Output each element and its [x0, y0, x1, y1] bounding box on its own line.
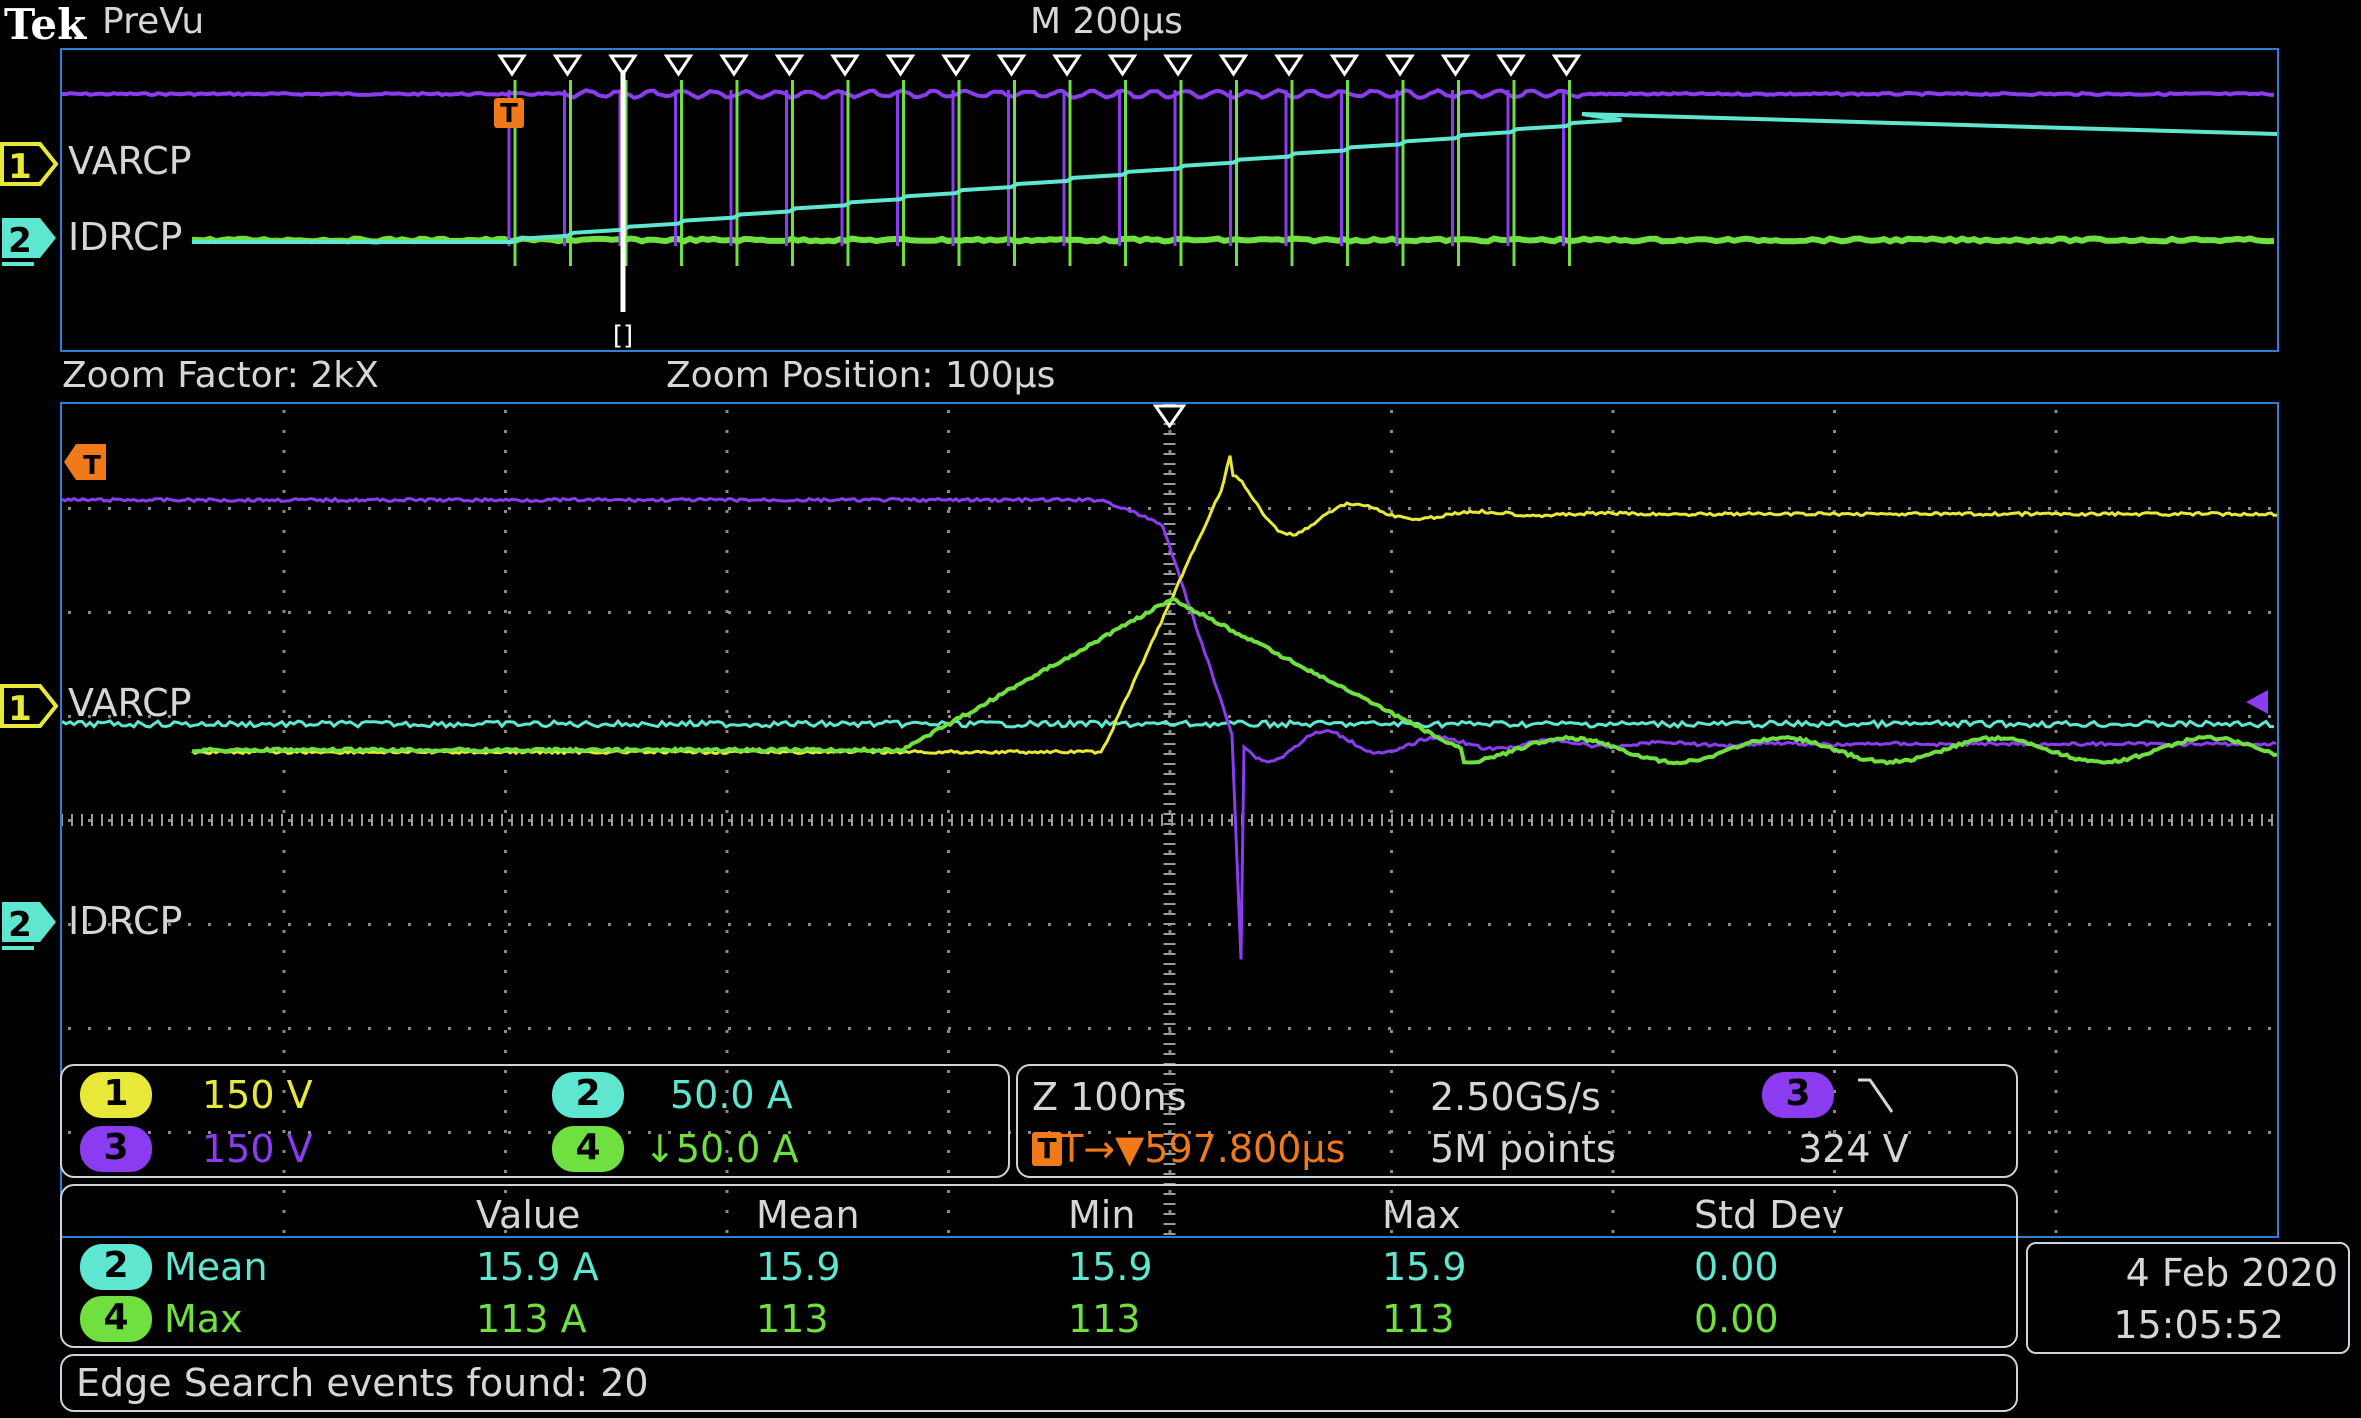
meas-row1-name: Mean: [164, 1245, 268, 1289]
search-event-marker-icon: [996, 54, 1027, 77]
ch3-level-marker-icon: [2246, 690, 2268, 714]
meas-header-min: Min: [1068, 1193, 1136, 1237]
time-readout: 15:05:52: [2113, 1303, 2284, 1347]
meas-row2-mean: 113: [756, 1297, 829, 1341]
ch1-scale: 150 V: [202, 1073, 313, 1117]
svg-text:1: 1: [8, 147, 32, 187]
mode-label: PreVu: [102, 1, 205, 42]
trigger-position-readout: T→▼597.800µs: [1060, 1127, 1346, 1171]
meas-row2-min: 113: [1068, 1297, 1141, 1341]
overview-ch3-trace: [62, 87, 2275, 100]
zoom-ch2-marker-icon[interactable]: 2: [0, 900, 60, 952]
sample-rate-readout: 2.50GS/s: [1430, 1075, 1601, 1119]
search-event-marker-icon: [1329, 54, 1360, 77]
meas-row1-channel-badge: 2: [80, 1244, 152, 1290]
zoom-ch2-trace: [62, 718, 2275, 730]
meas-row1-max: 15.9: [1382, 1245, 1467, 1289]
trigger-position-badge-icon: T: [1032, 1132, 1062, 1166]
zoom-search-marker-icon: [1152, 404, 1187, 429]
overview-waveform-window[interactable]: T []: [60, 48, 2279, 352]
search-event-marker-icon: [1218, 54, 1249, 77]
zoom-ch4-trace: [191, 596, 2277, 766]
ch2-scale: 50.0 A: [670, 1073, 793, 1117]
meas-row2-value: 113 A: [476, 1297, 587, 1341]
zoom-position-readout: Zoom Position: 100µs: [666, 355, 1056, 396]
search-event-marker-icon: [1107, 54, 1138, 77]
svg-text:T: T: [500, 99, 518, 129]
trigger-level-readout: 324 V: [1798, 1127, 1909, 1171]
timebase-readout: M 200µs: [1030, 1, 1183, 42]
search-event-marker-icon: [1496, 54, 1526, 77]
meas-header-value: Value: [476, 1193, 581, 1237]
meas-header-mean: Mean: [756, 1193, 860, 1237]
meas-row2-name: Max: [164, 1297, 243, 1341]
overview-ch1-marker-icon[interactable]: 1: [0, 140, 60, 188]
ch3-badge[interactable]: 3: [80, 1126, 152, 1172]
svg-text:2: 2: [8, 221, 32, 261]
trigger-source-badge[interactable]: 3: [1762, 1072, 1834, 1118]
search-event-marker-icon: [1385, 54, 1415, 77]
search-event-marker-icon: [552, 54, 583, 77]
acquisition-panel: Z 100ns 2.50GS/s 3 T T→▼597.800µs 5M poi…: [1016, 1064, 2018, 1178]
measurements-panel: Value Mean Min Max Std Dev 2 Mean 15.9 A…: [60, 1184, 2018, 1348]
search-event-marker-icon: [830, 54, 860, 77]
ch1-badge[interactable]: 1: [80, 1072, 152, 1118]
overview-ch2-label: IDRCP: [68, 215, 183, 259]
search-event-marker-icon: [774, 54, 805, 77]
zoom-factor-readout: Zoom Factor: 2kX: [62, 355, 379, 396]
ch4-badge[interactable]: 4: [552, 1126, 624, 1172]
date-readout: 4 Feb 2020: [2125, 1251, 2338, 1295]
meas-row2-std: 0.00: [1694, 1297, 1779, 1341]
svg-text:T: T: [83, 451, 101, 481]
brand-logo: Tek: [4, 0, 87, 49]
search-event-marker-icon: [1163, 54, 1193, 77]
search-status-message: Edge Search events found: 20: [76, 1361, 649, 1405]
meas-row2-max: 113: [1382, 1297, 1455, 1341]
meas-row1-std: 0.00: [1694, 1245, 1779, 1289]
overview-ch1-label: VARCP: [68, 139, 192, 183]
overview-ch2-marker-icon[interactable]: 2: [0, 216, 60, 268]
zoom-ch1-label: VARCP: [68, 681, 192, 725]
search-event-marker-icon: [1274, 54, 1304, 77]
meas-header-max: Max: [1382, 1193, 1461, 1237]
zoom-box-marker: []: [613, 321, 633, 350]
ch4-scale: ↓50.0 A: [644, 1127, 799, 1171]
overview-ch2-trace: [192, 112, 2277, 244]
svg-text:1: 1: [8, 689, 32, 729]
meas-row2-channel-badge: 4: [80, 1296, 152, 1342]
search-event-marker-icon: [719, 54, 749, 77]
search-event-marker-icon: [1551, 54, 1582, 77]
search-event-marker-icon: [497, 54, 527, 77]
search-event-marker-icon: [941, 54, 971, 77]
datetime-panel: 4 Feb 2020 15:05:52: [2026, 1242, 2350, 1354]
status-bar: Edge Search events found: 20: [60, 1354, 2018, 1412]
search-event-marker-icon: [885, 54, 916, 77]
overview-plot: T []: [62, 54, 2277, 350]
channel-scale-panel: 1 150 V 3 150 V 2 50.0 A 4 ↓50.0 A: [60, 1064, 1010, 1178]
search-event-marker-icon: [1440, 54, 1471, 77]
zoom-time-readout: Z 100ns: [1032, 1075, 1187, 1119]
meas-row1-min: 15.9: [1068, 1245, 1153, 1289]
meas-row1-value: 15.9 A: [476, 1245, 599, 1289]
search-event-marker-icon: [1052, 54, 1082, 77]
meas-header-stddev: Std Dev: [1694, 1193, 1845, 1237]
ch3-scale: 150 V: [202, 1127, 313, 1171]
svg-text:2: 2: [8, 905, 32, 945]
zoom-ch1-marker-icon[interactable]: 1: [0, 682, 60, 730]
falling-edge-icon: [1858, 1078, 1894, 1113]
zoom-ch2-label: IDRCP: [68, 899, 183, 943]
record-length-readout: 5M points: [1430, 1127, 1616, 1171]
ch2-badge[interactable]: 2: [552, 1072, 624, 1118]
search-event-marker-icon: [663, 54, 694, 77]
meas-row1-mean: 15.9: [756, 1245, 841, 1289]
